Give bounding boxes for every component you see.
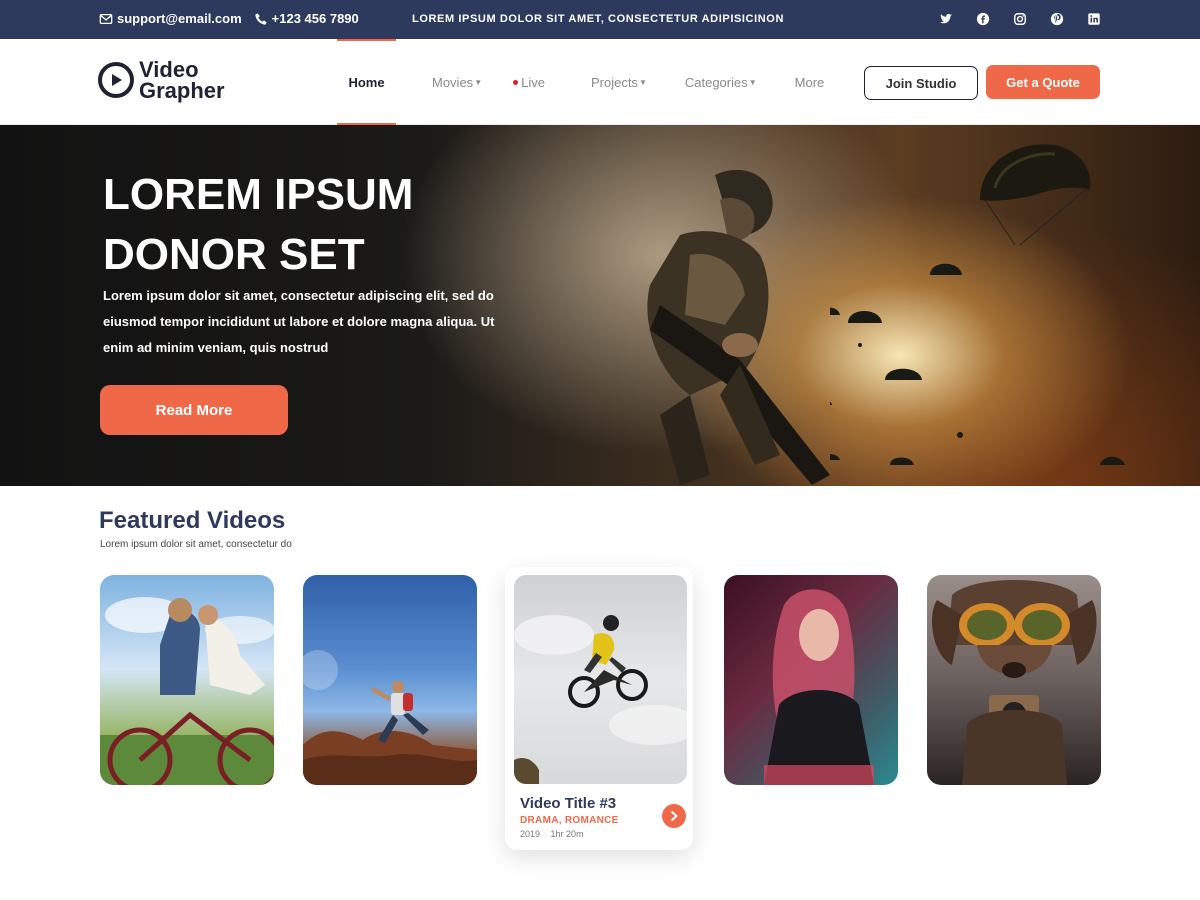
couple-bicycle-image — [100, 597, 274, 785]
main-nav: Home Movies ▼ Live Projects ▼ Categories ▼ … — [337, 39, 824, 125]
play-button[interactable] — [662, 804, 686, 828]
hero-description: Lorem ipsum dolor sit amet, consectetur … — [103, 288, 495, 355]
video-genre: DRAMA, ROMANCE — [520, 815, 619, 826]
nav-label: Projects — [590, 74, 638, 90]
video-duration: 1hr 20m — [550, 829, 584, 839]
site-header: Video Grapher Home Movies ▼ Live Projects… — [0, 39, 1200, 125]
email-text: support@email.com — [117, 11, 242, 26]
parachute-group-illustration — [830, 263, 1125, 465]
phone-text: +123 456 7890 — [271, 11, 359, 26]
video-card-3-image — [514, 575, 687, 784]
twitter-icon[interactable] — [938, 11, 954, 27]
hero-title-line2: DONOR SET — [103, 230, 365, 279]
nav-item-home[interactable]: Home — [337, 39, 396, 125]
featured-title: Featured Videos — [99, 507, 286, 534]
chevron-right-icon — [671, 811, 678, 821]
live-dot-icon — [513, 79, 519, 85]
contact-info: support@email.com +123 456 7890 — [99, 11, 371, 26]
nav-label: Movies — [432, 74, 474, 90]
nav-item-categories[interactable]: Categories ▼ — [685, 39, 757, 125]
linkedin-icon[interactable] — [1086, 11, 1102, 27]
hiker-jumping-image — [303, 650, 477, 785]
play-logo-icon — [98, 62, 134, 98]
video-card-4[interactable] — [724, 575, 898, 785]
featured-subtitle: Lorem ipsum dolor sit amet, consectetur … — [100, 539, 292, 550]
hero-title-line1: LOREM IPSUM — [103, 170, 414, 219]
video-year: 2019 — [520, 829, 541, 839]
instagram-icon[interactable] — [1012, 11, 1028, 27]
mail-icon — [99, 13, 113, 24]
motocross-jump-image — [514, 615, 687, 784]
nav-item-movies[interactable]: Movies ▼ — [432, 39, 482, 125]
caret-down-icon: ▼ — [638, 77, 647, 87]
nav-label: More — [794, 74, 825, 90]
topbar-tagline: LOREM IPSUM DOLOR SIT AMET, CONSECTETUR … — [412, 13, 785, 25]
brand-name: Video Grapher — [139, 57, 225, 103]
brand-line1: Video — [139, 57, 199, 82]
phone-link[interactable]: +123 456 7890 — [254, 11, 359, 26]
woman-portrait-image — [764, 589, 874, 785]
caret-down-icon: ▼ — [748, 77, 757, 87]
nav-item-live[interactable]: Live — [513, 39, 545, 125]
dog-sunglasses-image — [932, 580, 1097, 785]
video-card-1[interactable] — [100, 575, 274, 785]
video-meta: 2019 1hr 20m — [520, 829, 592, 839]
video-title: Video Title #3 — [520, 795, 617, 812]
read-more-button[interactable]: Read More — [100, 385, 288, 435]
brand-line2: Grapher — [139, 78, 225, 103]
email-link[interactable]: support@email.com — [99, 11, 242, 26]
get-quote-button[interactable]: Get a Quote — [986, 65, 1100, 99]
facebook-icon[interactable] — [975, 11, 991, 27]
top-bar: support@email.com +123 456 7890 LOREM IP… — [0, 0, 1200, 39]
video-card-3-active[interactable]: Video Title #3 DRAMA, ROMANCE 2019 1hr 2… — [505, 567, 693, 850]
nav-item-projects[interactable]: Projects ▼ — [591, 39, 647, 125]
caret-down-icon: ▼ — [474, 77, 483, 87]
nav-label: Home — [348, 74, 385, 90]
social-links — [917, 11, 1102, 27]
nav-item-more[interactable]: More — [795, 39, 825, 125]
soldier-illustration — [647, 169, 830, 485]
brand-logo[interactable]: Video Grapher — [98, 57, 225, 103]
nav-label: Live — [521, 74, 545, 90]
pinterest-icon[interactable] — [1049, 11, 1065, 27]
hero-title: LOREM IPSUM DONOR SET — [103, 165, 523, 285]
video-card-5[interactable] — [927, 575, 1101, 785]
video-card-2[interactable] — [303, 575, 477, 785]
nav-label: Categories — [684, 74, 748, 90]
hero-banner: LOREM IPSUM DONOR SET Lorem ipsum dolor … — [0, 125, 1200, 486]
join-studio-button[interactable]: Join Studio — [864, 66, 978, 100]
phone-icon — [254, 12, 267, 25]
